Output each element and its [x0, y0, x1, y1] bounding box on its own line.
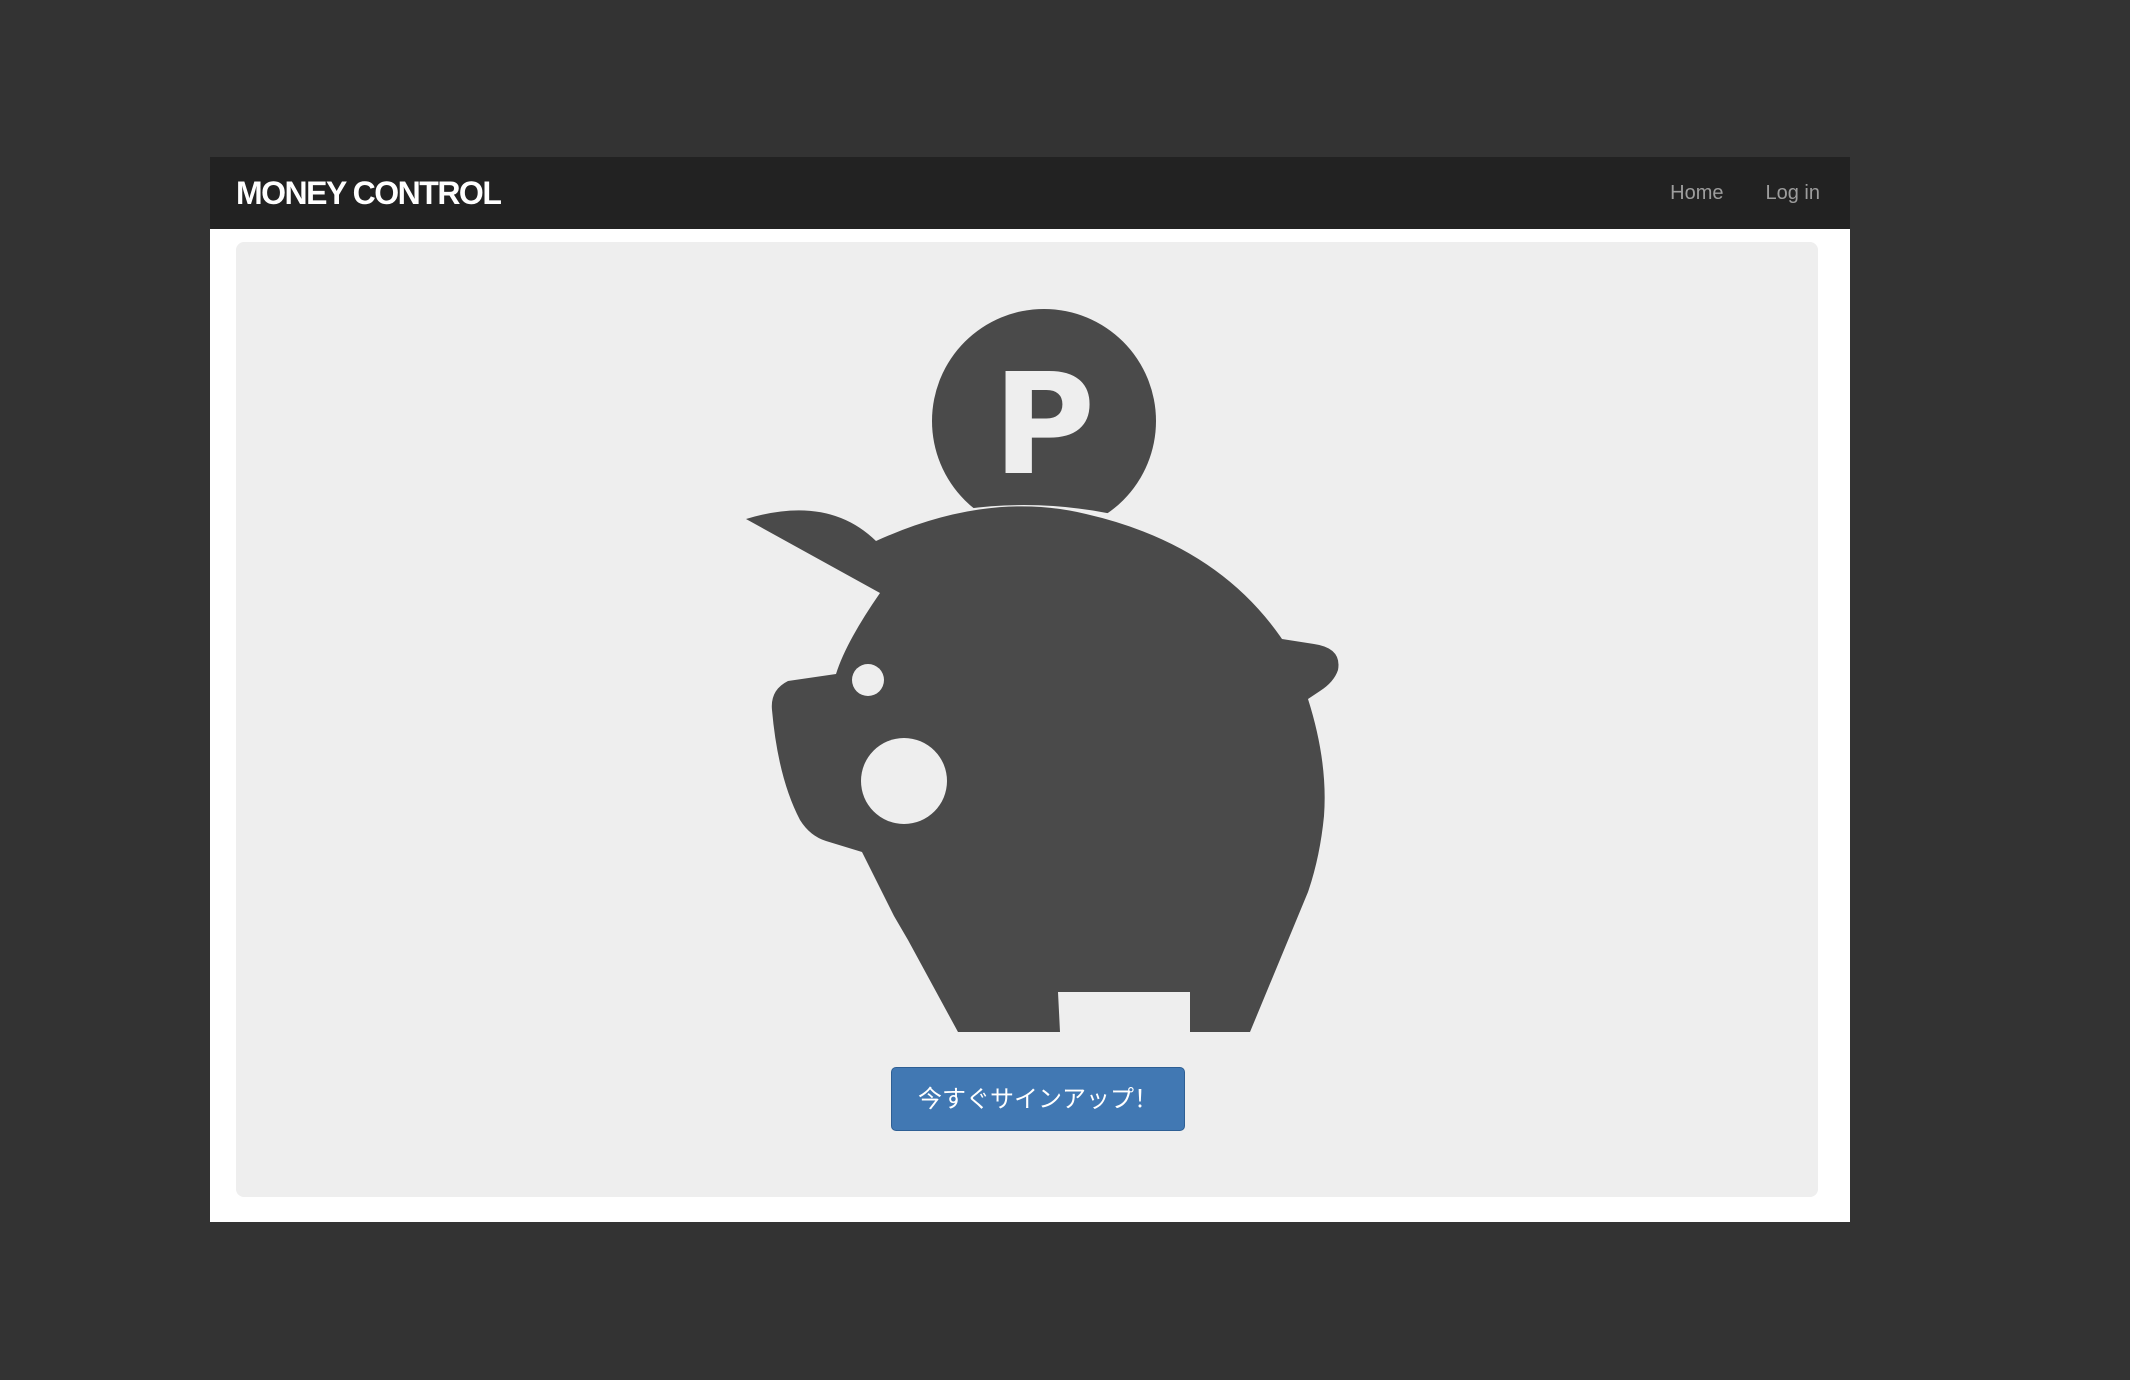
- app-window: MONEY CONTROL Home Log in P 今すぐサインアップ！: [210, 157, 1850, 1222]
- nav-home-link[interactable]: Home: [1670, 181, 1723, 205]
- piggy-bank-icon: [746, 506, 1339, 1032]
- signup-button[interactable]: 今すぐサインアップ！: [891, 1067, 1185, 1131]
- navbar: MONEY CONTROL Home Log in: [210, 157, 1850, 229]
- piggy-bank-with-coin-icon: P: [746, 309, 1339, 1032]
- nav-links: Home Log in: [1670, 181, 1820, 205]
- hero-illustration: P: [236, 242, 1818, 1197]
- piggy-eye: [852, 664, 884, 696]
- brand-logo[interactable]: MONEY CONTROL: [236, 175, 502, 211]
- jumbotron: P 今すぐサインアップ！: [236, 242, 1818, 1197]
- piggy-nostril: [861, 738, 947, 824]
- coin-letter: P: [993, 344, 1096, 507]
- nav-login-link[interactable]: Log in: [1766, 181, 1821, 205]
